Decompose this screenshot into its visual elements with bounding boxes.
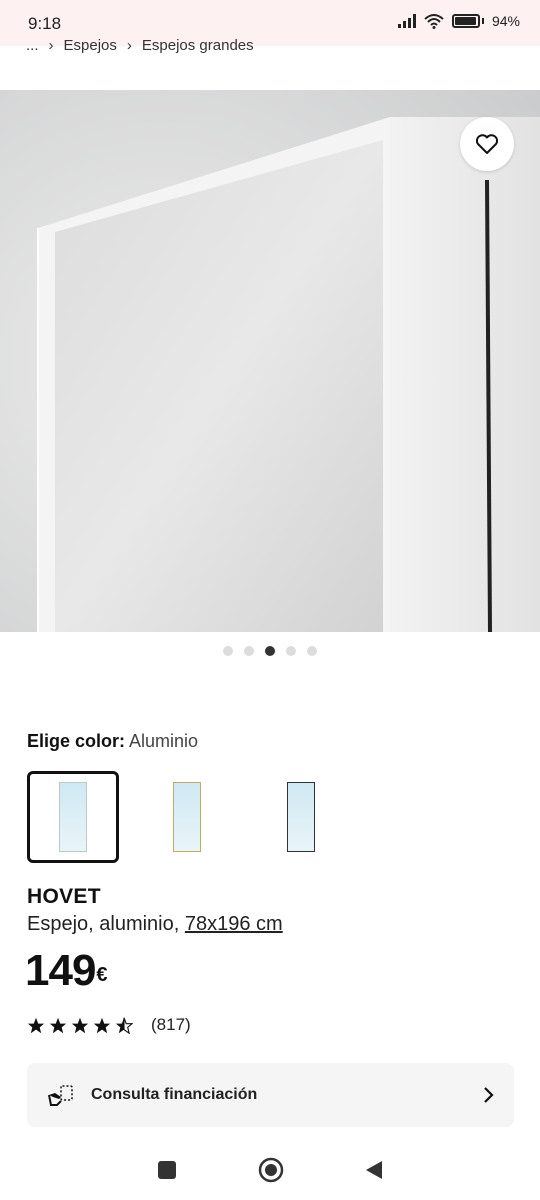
chevron-right-icon bbox=[484, 1087, 494, 1103]
swatch-thumbnail bbox=[173, 782, 201, 852]
color-selector-label: Elige color: Aluminio bbox=[27, 731, 198, 752]
price-currency: € bbox=[96, 964, 107, 986]
home-icon[interactable] bbox=[258, 1157, 284, 1183]
product-desc-text: Espejo, aluminio, bbox=[27, 913, 185, 935]
breadcrumb-item-espejos[interactable]: Espejos bbox=[64, 37, 117, 55]
gallery-pagination bbox=[0, 646, 540, 656]
breadcrumb: ... › Espejos › Espejos grandes bbox=[26, 37, 254, 55]
product-rating[interactable]: (817) bbox=[27, 1015, 191, 1035]
star-icon bbox=[27, 1017, 45, 1033]
star-icon bbox=[49, 1017, 67, 1033]
color-swatch-3[interactable] bbox=[255, 771, 347, 863]
system-nav-bar bbox=[0, 1140, 540, 1200]
color-label-title: Elige color: bbox=[27, 731, 126, 751]
financing-button[interactable]: Consulta financiación bbox=[27, 1063, 514, 1127]
breadcrumb-item-espejos-grandes[interactable]: Espejos grandes bbox=[142, 37, 254, 55]
gallery-dot[interactable] bbox=[286, 646, 296, 656]
product-price: 149€ bbox=[25, 944, 108, 998]
gallery-dot[interactable] bbox=[307, 646, 317, 656]
chevron-right-icon: › bbox=[126, 37, 132, 54]
gallery-dot[interactable] bbox=[223, 646, 233, 656]
star-icon bbox=[93, 1017, 111, 1033]
status-icons: 94% bbox=[397, 13, 520, 29]
heart-icon bbox=[475, 134, 499, 154]
financing-icon bbox=[48, 1085, 73, 1106]
mirror-photo bbox=[0, 90, 540, 632]
recent-apps-icon[interactable] bbox=[156, 1159, 178, 1181]
wifi-icon bbox=[424, 14, 444, 29]
signal-icon bbox=[397, 14, 416, 28]
swatch-thumbnail bbox=[59, 782, 87, 852]
status-time: 9:18 bbox=[28, 14, 62, 33]
favorite-button[interactable] bbox=[460, 117, 514, 171]
color-swatch-2[interactable] bbox=[141, 771, 233, 863]
product-dimensions-link[interactable]: 78x196 cm bbox=[185, 913, 283, 935]
battery-icon bbox=[451, 14, 484, 28]
gallery-dot-active[interactable] bbox=[265, 646, 275, 656]
price-value: 149 bbox=[25, 946, 96, 995]
color-swatch-aluminio[interactable] bbox=[27, 771, 119, 863]
gallery-dot[interactable] bbox=[244, 646, 254, 656]
product-name: HOVET bbox=[27, 885, 101, 908]
breadcrumb-ellipsis[interactable]: ... bbox=[26, 37, 39, 55]
product-description: Espejo, aluminio, 78x196 cm bbox=[27, 913, 283, 936]
color-label-value: Aluminio bbox=[129, 731, 199, 751]
battery-percent: 94% bbox=[491, 13, 520, 29]
color-swatches bbox=[27, 771, 369, 863]
star-icon bbox=[71, 1017, 89, 1033]
back-icon[interactable] bbox=[364, 1159, 384, 1181]
chevron-right-icon: › bbox=[48, 37, 54, 54]
swatch-thumbnail bbox=[287, 782, 315, 852]
financing-label: Consulta financiación bbox=[91, 1086, 258, 1103]
product-image[interactable] bbox=[0, 90, 540, 632]
half-star-icon bbox=[115, 1017, 133, 1034]
rating-count: (817) bbox=[151, 1015, 191, 1034]
